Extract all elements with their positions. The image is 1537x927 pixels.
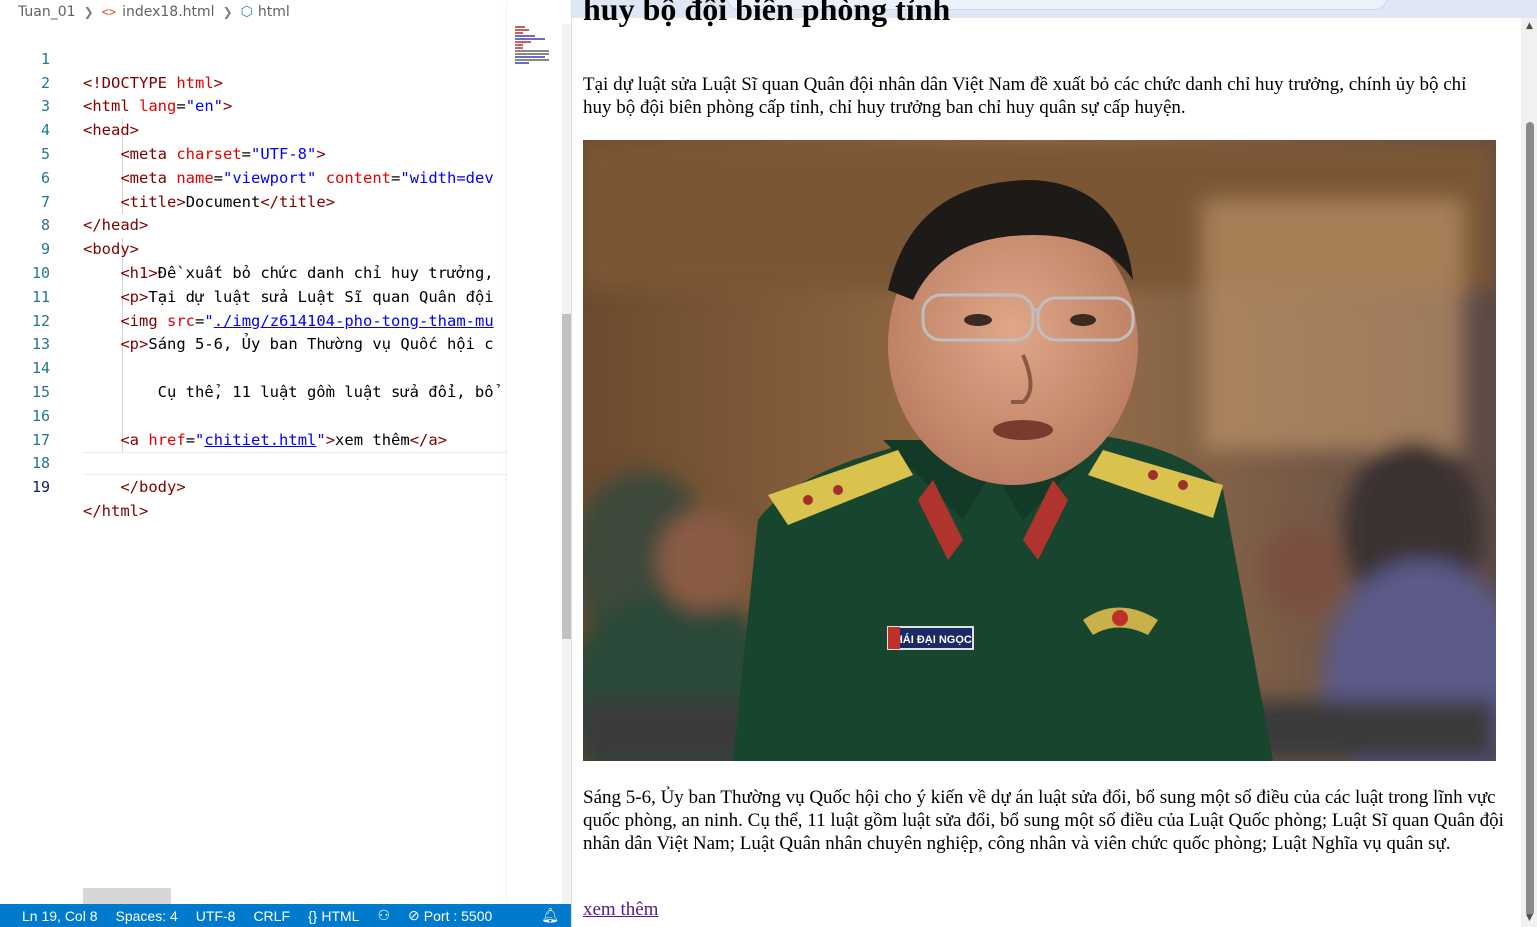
code-line[interactable]: 11 <img src="./img/z614104-pho-tong-tham… (0, 262, 507, 330)
code-line[interactable]: 7 </head> (0, 167, 507, 235)
code-line[interactable]: 6 <title>Document</title> (0, 143, 507, 211)
editor-vertical-scrollbar[interactable] (562, 24, 571, 904)
code-token: body (139, 478, 177, 497)
code-token: html (101, 501, 139, 520)
intro-paragraph: Tại dự luật sửa Luật Sĩ quan Quân đội nh… (583, 74, 1467, 118)
breadcrumb-file[interactable]: index18.html (122, 4, 214, 20)
no-entry-icon: ⊘ (408, 907, 420, 923)
encoding-setting[interactable]: UTF-8 (187, 908, 245, 924)
code-line[interactable]: 8 <body> (0, 191, 507, 258)
eol-setting[interactable]: CRLF (244, 908, 299, 924)
code-line[interactable]: 18 </body> (0, 429, 507, 496)
element-cube-icon: ⬡ (240, 4, 253, 20)
cursor-position[interactable]: Ln 19, Col 8 (0, 908, 107, 924)
indentation-setting[interactable]: Spaces: 4 (107, 908, 187, 924)
port-label: Port : 5500 (423, 907, 493, 924)
code-line[interactable]: 4 <meta charset="UTF-8"> (0, 95, 507, 163)
code-line[interactable]: 3 <head> (0, 72, 507, 139)
code-line[interactable]: 9 <h1>Đề xuất bỏ chức danh chỉ huy trưởn… (0, 214, 507, 282)
code-line[interactable]: 1 <!DOCTYPE html> (0, 24, 507, 92)
browser-pane: huy bộ đội biên phòng tỉnh Tại dự luật s… (571, 0, 1537, 927)
browser-vertical-scrollbar[interactable]: ▲ ▼ (1521, 18, 1537, 927)
live-server-port[interactable]: ⊘ Port : 5500 (399, 907, 501, 924)
uniform-nametag: THÁI ĐẠI NGỌC (888, 633, 972, 646)
scroll-up-arrow-icon[interactable]: ▲ (1521, 18, 1537, 35)
code-line[interactable]: 15 (0, 357, 507, 401)
code-line[interactable]: 16 <a href="chitiet.html">xem thêm</a> (0, 381, 507, 449)
code-line[interactable]: 17 (0, 405, 507, 449)
copilot-icon: ⚇ (377, 907, 391, 923)
html-file-icon: <> (101, 5, 117, 19)
editor-horizontal-scrollbar-thumb[interactable] (83, 888, 171, 904)
chevron-right-icon: ❯ (83, 5, 94, 19)
braces-icon: {} (308, 907, 318, 924)
scroll-down-arrow-icon[interactable]: ▼ (1521, 910, 1537, 927)
code-line[interactable]: 10 <p>Tại dự luật sửa Luật Sĩ quan Quân … (0, 238, 507, 306)
code-line[interactable]: 5 <meta name="viewport" content="width=d… (0, 119, 507, 187)
body-paragraph: Sáng 5-6, Ủy ban Thường vụ Quốc hội cho … (583, 787, 1504, 854)
code-editor-pane: Tuan_01 ❯ <> index18.html ❯ ⬡ html 1 <!D… (0, 0, 571, 927)
code-line-current[interactable]: 19 </html> (0, 452, 507, 520)
notifications-bell-icon[interactable]: 🔔︎ (532, 907, 571, 924)
page-heading: huy bộ đội biên phòng tỉnh (583, 0, 951, 27)
language-mode[interactable]: {} HTML (299, 908, 368, 924)
read-more-link[interactable]: xem thêm (583, 898, 658, 921)
code-line[interactable]: 13 (0, 310, 507, 353)
code-line[interactable]: 14 Cụ thể, 11 luật gồm luật sửa đổi, bổ (0, 333, 507, 401)
breadcrumb-element[interactable]: html (258, 4, 290, 20)
code-line[interactable]: 2 <html lang="en"> (0, 48, 507, 116)
copilot-status[interactable]: ⚇ (368, 907, 399, 924)
chevron-right-icon: ❯ (222, 5, 233, 19)
toolbar-button-icon[interactable] (1456, 0, 1472, 4)
scrollbar-thumb[interactable] (562, 314, 571, 639)
line-number: 19 (31, 478, 50, 497)
language-label: HTML (321, 907, 360, 924)
code-area[interactable]: 1 <!DOCTYPE html> 2 <html lang="en"> 3 <… (0, 24, 507, 520)
status-bar: Ln 19, Col 8 Spaces: 4 UTF-8 CRLF {} HTM… (0, 904, 571, 927)
article-photo: THÁI ĐẠI NGỌC (583, 140, 1496, 761)
code-line[interactable]: 12 <p>Sáng 5-6, Ủy ban Thường vụ Quốc hộ… (0, 286, 507, 354)
breadcrumb-folder[interactable]: Tuan_01 (18, 4, 76, 20)
scrollbar-thumb[interactable] (1526, 122, 1534, 916)
breadcrumb: Tuan_01 ❯ <> index18.html ❯ ⬡ html (0, 0, 571, 24)
minimap[interactable] (507, 0, 563, 904)
